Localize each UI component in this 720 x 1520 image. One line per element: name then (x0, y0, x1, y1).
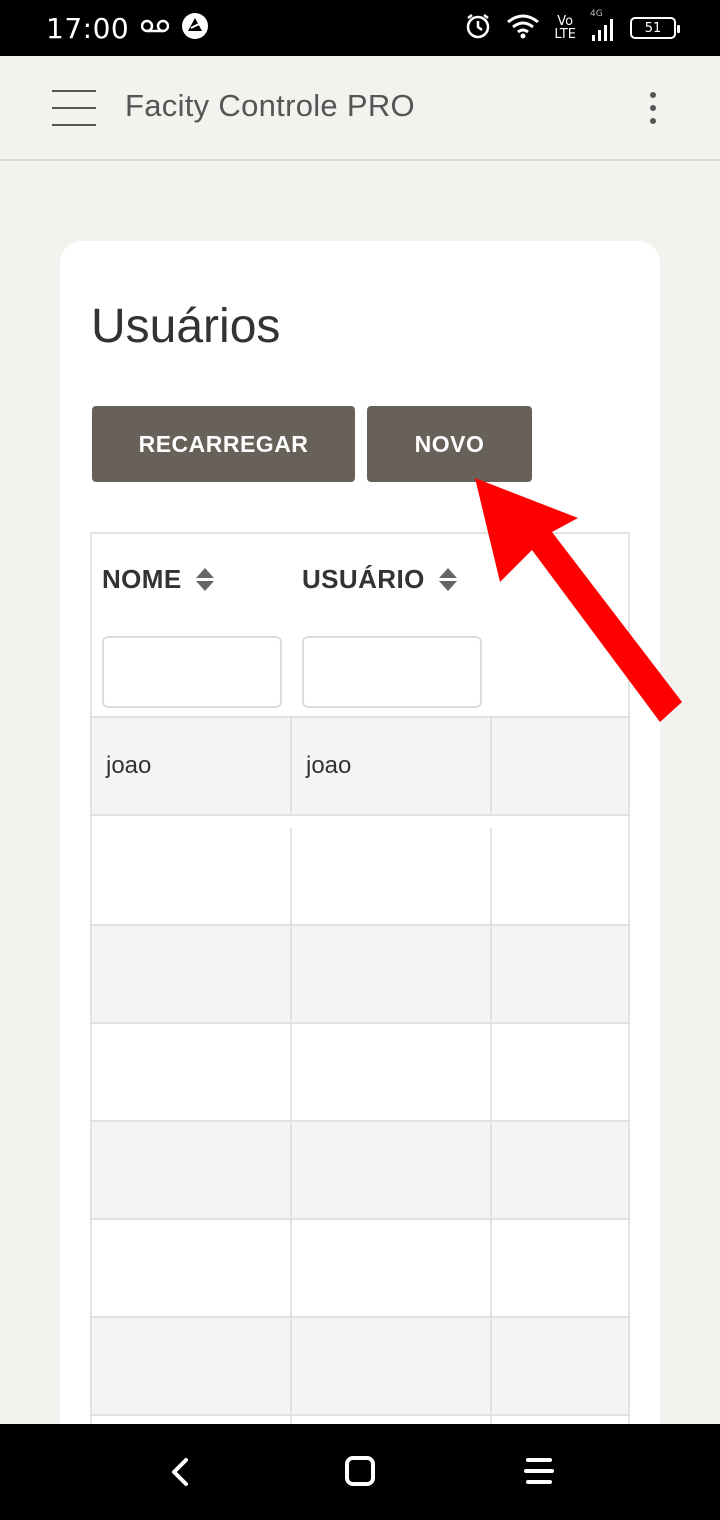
hamburger-icon[interactable] (52, 90, 96, 126)
battery-icon: 51 (630, 17, 680, 39)
table-row[interactable]: joao joao (92, 718, 628, 816)
cell-usuario: joao (292, 718, 492, 814)
cell-actions (492, 1318, 628, 1414)
users-table: NOME USUÁRIO joao joao (90, 532, 630, 1482)
alarm-icon (464, 12, 492, 45)
cell-usuario (292, 1122, 492, 1218)
volte-bottom: LTE (554, 27, 576, 42)
cell-usuario (292, 1024, 492, 1120)
cell-actions (492, 1024, 628, 1120)
app-notification-icon (181, 12, 209, 45)
cell-actions (492, 1122, 628, 1218)
voicemail-icon (140, 19, 170, 38)
cell-usuario (292, 828, 492, 924)
filter-nome-input[interactable] (102, 636, 282, 708)
status-bar: 17:00 Vo LTE 4G 51 (0, 0, 720, 56)
table-row (92, 828, 628, 926)
signal-icon: 4G (590, 9, 616, 43)
wifi-icon (506, 12, 540, 45)
cell-actions (492, 828, 628, 924)
column-header-nome[interactable]: NOME (102, 564, 214, 595)
cell-nome: joao (92, 718, 292, 814)
cell-actions (492, 718, 628, 814)
status-time: 17:00 (46, 11, 130, 45)
table-row (92, 926, 628, 1024)
page-title: Usuários (91, 300, 281, 353)
navigation-bar (0, 1424, 720, 1520)
recent-apps-icon[interactable] (518, 1452, 562, 1492)
cell-actions (492, 926, 628, 1022)
filter-usuario-input[interactable] (302, 636, 482, 708)
table-row (92, 1122, 628, 1220)
table-row (92, 1220, 628, 1318)
more-vert-icon[interactable] (642, 90, 664, 126)
users-card: Usuários RECARREGAR NOVO NOME USUÁRIO jo… (60, 241, 660, 1491)
table-row (92, 1318, 628, 1416)
cell-nome (92, 1220, 292, 1316)
table-row (92, 1024, 628, 1122)
cell-usuario (292, 926, 492, 1022)
cell-nome (92, 1122, 292, 1218)
table-header: NOME USUÁRIO (92, 534, 628, 718)
cell-actions (492, 1220, 628, 1316)
home-icon[interactable] (338, 1452, 382, 1492)
reload-button[interactable]: RECARREGAR (92, 406, 355, 482)
app-title: Facity Controle PRO (125, 88, 415, 123)
column-header-usuario[interactable]: USUÁRIO (302, 564, 457, 595)
volte-indicator: Vo LTE (554, 15, 576, 41)
sort-icon[interactable] (438, 567, 457, 592)
app-bar: Facity Controle PRO (0, 56, 720, 161)
back-icon[interactable] (160, 1452, 204, 1492)
cell-usuario (292, 1220, 492, 1316)
new-button[interactable]: NOVO (367, 406, 532, 482)
cell-nome (92, 828, 292, 924)
column-label-usuario: USUÁRIO (302, 564, 425, 594)
cell-nome (92, 926, 292, 1022)
cell-usuario (292, 1318, 492, 1414)
cell-nome (92, 1318, 292, 1414)
sort-icon[interactable] (195, 567, 214, 592)
cell-nome (92, 1024, 292, 1120)
column-label-nome: NOME (102, 564, 182, 594)
